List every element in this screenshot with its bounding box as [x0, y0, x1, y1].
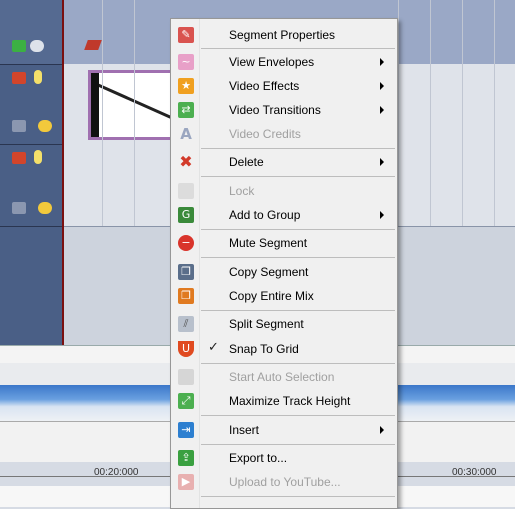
menu-item-export-to[interactable]: ⇪ Export to...: [172, 446, 396, 470]
menu-item-start-auto-selection: Start Auto Selection: [172, 365, 396, 389]
submenu-arrow-icon: [380, 106, 384, 114]
monitor-icon[interactable]: [12, 202, 26, 214]
copy-mix-icon: ❐: [178, 288, 194, 304]
clip-edge: [91, 73, 99, 137]
submenu-arrow-icon: [380, 58, 384, 66]
menu-item-delete[interactable]: ✖ Delete: [172, 150, 396, 174]
auto-selection-icon: [178, 369, 194, 385]
segment-properties-icon: ✎: [178, 27, 194, 43]
track-header-video-1: [0, 64, 62, 145]
video-clip[interactable]: [88, 70, 180, 140]
video-effects-icon: ★: [178, 78, 194, 94]
menu-item-copy-segment[interactable]: ❐ Copy Segment: [172, 260, 396, 284]
export-icon: ⇪: [178, 450, 194, 466]
visibility-icon[interactable]: [12, 152, 26, 164]
track-settings-icon[interactable]: [30, 40, 44, 52]
clip-thumbnail: [96, 83, 180, 123]
checkmark-icon: ✓: [208, 340, 219, 355]
playhead[interactable]: [62, 0, 64, 345]
track-header-video-2: [0, 144, 62, 227]
menu-item-view-envelopes[interactable]: ~ View Envelopes: [172, 50, 396, 74]
menu-item-maximize-track-height[interactable]: ⤢ Maximize Track Height: [172, 389, 396, 413]
menu-item-copy-entire-mix[interactable]: ❐ Copy Entire Mix: [172, 284, 396, 308]
menu-item-split-segment[interactable]: ⫽ Split Segment: [172, 312, 396, 336]
effects-icon[interactable]: [38, 120, 52, 132]
copy-icon: ❐: [178, 264, 194, 280]
track-header-column: [0, 0, 62, 345]
insert-icon: ⇥: [178, 422, 194, 438]
envelope-icon: ~: [178, 54, 194, 70]
video-transitions-icon: ⇄: [178, 102, 194, 118]
delete-icon: ✖: [179, 152, 193, 171]
submenu-arrow-icon: [380, 211, 384, 219]
menu-item-upload-to-youtube: ▶ Upload to YouTube...: [172, 470, 396, 494]
menu-item-add-to-group[interactable]: G Add to Group: [172, 203, 396, 227]
menu-item-mute-segment[interactable]: − Mute Segment: [172, 231, 396, 255]
segment-marker-icon: [84, 40, 102, 50]
mute-icon: −: [178, 235, 194, 251]
solo-icon[interactable]: [34, 150, 42, 164]
magnet-icon: U: [178, 341, 194, 357]
menu-item-video-credits: A Video Credits: [172, 122, 396, 146]
youtube-icon: ▶: [178, 474, 194, 490]
link-icon[interactable]: [12, 40, 26, 52]
menu-item-video-transitions[interactable]: ⇄ Video Transitions: [172, 98, 396, 122]
lock-icon: [178, 183, 194, 199]
menu-item-insert[interactable]: ⇥ Insert: [172, 418, 396, 442]
track-header-audio: [0, 0, 62, 65]
context-menu: ✎ Segment Properties ~ View Envelopes ★ …: [170, 18, 398, 509]
monitor-icon[interactable]: [12, 120, 26, 132]
split-icon: ⫽: [178, 316, 194, 332]
menu-item-snap-to-grid[interactable]: U ✓ Snap To Grid: [172, 337, 396, 361]
maximize-icon: ⤢: [178, 393, 194, 409]
credits-icon: A: [180, 125, 192, 143]
group-icon: G: [178, 207, 194, 223]
submenu-arrow-icon: [380, 158, 384, 166]
menu-item-segment-properties[interactable]: ✎ Segment Properties: [172, 23, 396, 47]
effects-icon[interactable]: [38, 202, 52, 214]
submenu-arrow-icon: [380, 82, 384, 90]
submenu-arrow-icon: [380, 426, 384, 434]
solo-icon[interactable]: [34, 70, 42, 84]
menu-item-lock: Lock: [172, 179, 396, 203]
visibility-icon[interactable]: [12, 72, 26, 84]
menu-item-video-effects[interactable]: ★ Video Effects: [172, 74, 396, 98]
